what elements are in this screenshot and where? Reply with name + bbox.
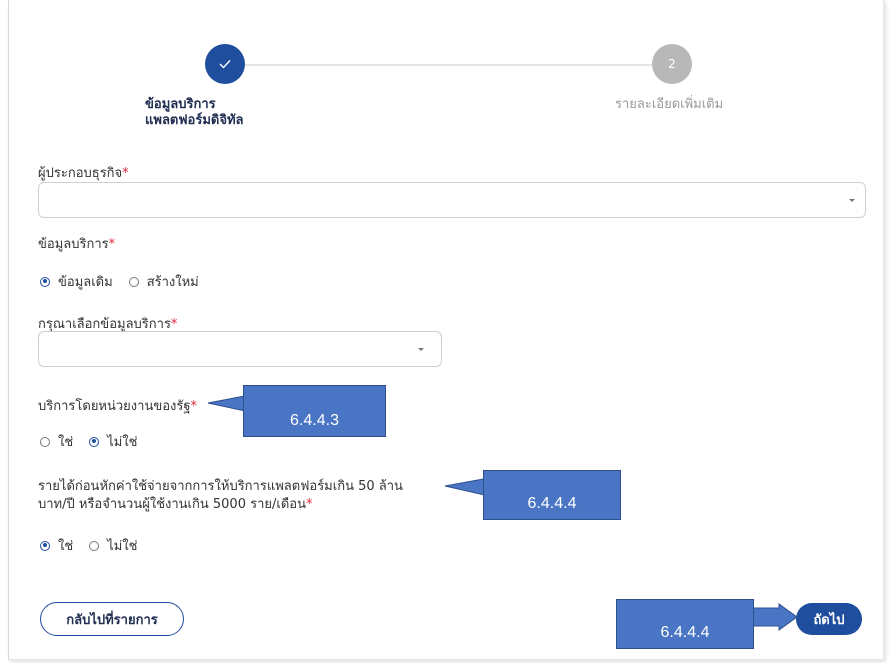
radio-gov-yes[interactable] xyxy=(40,436,50,447)
radio-create-new-label: สร้างใหม่ xyxy=(146,275,199,290)
step-2-number: 2 xyxy=(668,57,676,71)
callout-revenue: 6.4.4.4 xyxy=(483,470,621,520)
next-button[interactable]: ถัดไป xyxy=(796,603,862,635)
service-info-label: ข้อมูลบริการ* xyxy=(38,233,115,254)
gov-agency-radio-group: ใช่ ไม่ใช่ xyxy=(40,431,153,452)
operator-select[interactable] xyxy=(38,182,866,218)
operator-label-text: ผู้ประกอบธุรกิจ xyxy=(38,166,123,181)
radio-gov-no[interactable] xyxy=(89,436,100,447)
radio-revenue-no-label: ไม่ใช่ xyxy=(107,539,138,554)
step-2-indicator: 2 xyxy=(652,44,692,84)
required-mark: * xyxy=(108,237,116,252)
radio-gov-yes-label: ใช่ xyxy=(58,435,74,450)
step-1-label-line1: ข้อมูลบริการ xyxy=(145,97,216,112)
revenue-label: รายได้ก่อนหักค่าใช้จ่ายจากการให้บริการแพ… xyxy=(38,478,403,514)
chevron-down-icon xyxy=(418,348,424,351)
gov-agency-label: บริการโดยหน่วยงานของรัฐ* xyxy=(38,395,197,416)
step-1-indicator xyxy=(205,44,245,84)
required-mark: * xyxy=(190,399,198,414)
service-info-radio-group: ข้อมูลเดิม สร้างใหม่ xyxy=(40,271,215,292)
callout-next: 6.4.4.4 xyxy=(616,599,754,649)
select-service-label-text: กรุณาเลือกข้อมูลบริการ xyxy=(38,317,171,332)
check-icon xyxy=(219,60,231,69)
revenue-label-line1: รายได้ก่อนหักค่าใช้จ่ายจากการให้บริการแพ… xyxy=(38,479,403,494)
radio-gov-no-label: ไม่ใช่ xyxy=(107,435,138,450)
revenue-label-line2: บาท/ปี หรือจำนวนผู้ใช้งานเกิน 5000 ราย/เ… xyxy=(38,497,306,512)
gov-agency-label-text: บริการโดยหน่วยงานของรัฐ xyxy=(38,399,191,414)
radio-create-new[interactable] xyxy=(128,276,139,287)
radio-existing-info[interactable] xyxy=(40,276,50,287)
radio-revenue-yes[interactable] xyxy=(40,540,50,551)
radio-revenue-no[interactable] xyxy=(89,540,100,551)
stepper-connector xyxy=(244,64,672,66)
callout-gov-agency: 6.4.4.3 xyxy=(243,385,386,437)
select-service-dropdown[interactable] xyxy=(38,331,442,367)
service-info-label-text: ข้อมูลบริการ xyxy=(38,237,109,252)
radio-existing-info-label: ข้อมูลเดิม xyxy=(58,275,113,290)
revenue-radio-group: ใช่ ไม่ใช่ xyxy=(40,535,153,556)
required-mark: * xyxy=(170,317,178,332)
step-1-label: ข้อมูลบริการ แพลตฟอร์มดิจิทัล xyxy=(145,97,244,129)
required-mark: * xyxy=(122,166,129,181)
radio-revenue-yes-label: ใช่ xyxy=(58,539,74,554)
required-mark: * xyxy=(305,497,313,512)
operator-label: ผู้ประกอบธุรกิจ* xyxy=(38,162,129,183)
step-1-label-line2: แพลตฟอร์มดิจิทัล xyxy=(145,113,244,128)
back-to-list-button[interactable]: กลับไปที่รายการ xyxy=(40,602,184,636)
chevron-down-icon xyxy=(849,199,855,202)
step-2-label: รายละเอียดเพิ่มเติม xyxy=(615,97,724,112)
